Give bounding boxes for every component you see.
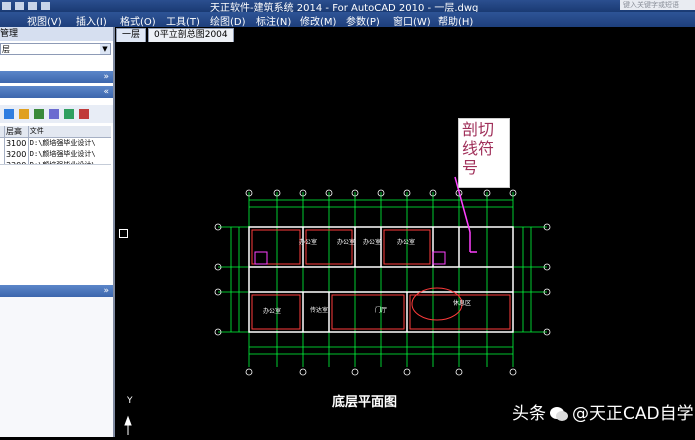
floor-table-icon[interactable] — [4, 109, 14, 119]
menu-insert[interactable]: 插入(I) — [76, 13, 107, 28]
wechat-icon — [549, 405, 569, 423]
dropdown-icon[interactable] — [41, 2, 50, 10]
menu-window[interactable]: 窗口(W) — [393, 13, 431, 28]
expand-icon[interactable]: « — [103, 86, 109, 98]
menu-tools[interactable]: 工具(T) — [166, 13, 200, 28]
room-label: 门厅 — [375, 306, 387, 314]
quick-access-toolbar — [0, 0, 50, 12]
watermark-at: @ — [572, 404, 589, 424]
save-icon[interactable] — [28, 2, 37, 10]
project-manager-panel: 管理 层 ▼ » « 层高 文件 3100 D:\颜培强毕业设计\ 3200 D… — [0, 27, 115, 437]
cell-file[interactable]: D:\颜培强毕业设计\ — [29, 149, 111, 160]
section-icon[interactable] — [49, 109, 59, 119]
panel-lower-area — [0, 297, 113, 437]
cell-height[interactable]: 3100 — [5, 138, 29, 149]
elevation-icon[interactable] — [34, 109, 44, 119]
collapse-bar-1[interactable]: » — [0, 71, 113, 83]
room-label: 休息区 — [453, 299, 471, 307]
table-header: 层高 文件 — [0, 126, 111, 138]
column-file: 文件 — [29, 127, 44, 135]
title-bar: 天正软件-建筑系统 2014 - For AutoCAD 2010 - 一层.d… — [0, 0, 695, 14]
ucs-y-label: Y — [127, 396, 133, 406]
table-row[interactable]: 3100 D:\颜培强毕业设计\ — [0, 138, 111, 149]
chevron-down-icon[interactable]: ▼ — [100, 44, 110, 54]
floor-plan-drawing: 办公室 办公室 办公室 办公室 办公室 门厅 休息区 传达室 — [124, 176, 551, 435]
table-empty-area — [0, 164, 111, 285]
panel-toolbar — [0, 105, 113, 123]
search-input[interactable]: 键入关键字或短语 — [620, 0, 695, 10]
tab-elevation-section[interactable]: 0平立剖总图2004 — [148, 28, 234, 43]
annotation-text: 剖切线符号 — [462, 120, 495, 177]
drawing-title: 底层平面图 — [332, 395, 398, 410]
cell-file[interactable]: D:\颜培强毕业设计\ — [29, 138, 111, 149]
project-combo-value: 层 — [2, 45, 10, 54]
room-label: 传达室 — [310, 306, 328, 314]
menu-bar: 视图(V) 插入(I) 格式(O) 工具(T) 绘图(D) 标注(N) 修改(M… — [0, 12, 695, 28]
axis-grid — [218, 192, 547, 367]
cell-height[interactable]: 3200 — [5, 149, 29, 160]
project-combo[interactable]: 层 ▼ — [0, 43, 111, 55]
3d-icon[interactable] — [79, 109, 89, 119]
redo-icon[interactable] — [2, 2, 11, 10]
room-label: 办公室 — [337, 238, 355, 246]
annotation-box: 剖切线符号 — [458, 118, 510, 188]
edit-icon[interactable] — [19, 109, 29, 119]
watermark: 头条 @天正CAD自学 — [512, 399, 694, 424]
menu-parameters[interactable]: 参数(P) — [346, 13, 380, 28]
room-label: 办公室 — [263, 307, 281, 315]
print-icon[interactable] — [15, 2, 24, 10]
check-icon[interactable] — [64, 109, 74, 119]
watermark-account: 天正CAD自学 — [589, 404, 694, 424]
grip-square[interactable] — [119, 229, 128, 238]
room-label: 办公室 — [299, 238, 317, 246]
table-row[interactable]: 3200 D:\颜培强毕业设计\ — [0, 149, 111, 160]
collapse-icon[interactable]: » — [103, 285, 109, 297]
collapse-bar-3[interactable]: » — [0, 285, 113, 297]
menu-format[interactable]: 格式(O) — [120, 13, 156, 28]
menu-dimension[interactable]: 标注(N) — [256, 13, 291, 28]
collapse-bar-2[interactable]: « — [0, 86, 113, 98]
room-label: 办公室 — [363, 238, 381, 246]
menu-help[interactable]: 帮助(H) — [438, 13, 473, 28]
stair — [254, 251, 446, 265]
column-height: 层高 — [5, 126, 29, 137]
tab-first-floor[interactable]: 一层 — [116, 28, 147, 43]
room-label: 办公室 — [397, 238, 415, 246]
cad-canvas[interactable]: 办公室 办公室 办公室 办公室 办公室 门厅 休息区 传达室 剖切线符号 底层平… — [115, 42, 695, 437]
menu-view[interactable]: 视图(V) — [27, 13, 62, 28]
watermark-prefix: 头条 — [512, 404, 546, 424]
menu-modify[interactable]: 修改(M) — [300, 13, 336, 28]
room-labels: 办公室 办公室 办公室 办公室 办公室 门厅 休息区 传达室 — [263, 238, 471, 315]
ucs-icon — [124, 415, 132, 435]
panel-header: 管理 — [0, 27, 113, 41]
menu-draw[interactable]: 绘图(D) — [210, 13, 246, 28]
collapse-icon[interactable]: » — [103, 71, 109, 83]
